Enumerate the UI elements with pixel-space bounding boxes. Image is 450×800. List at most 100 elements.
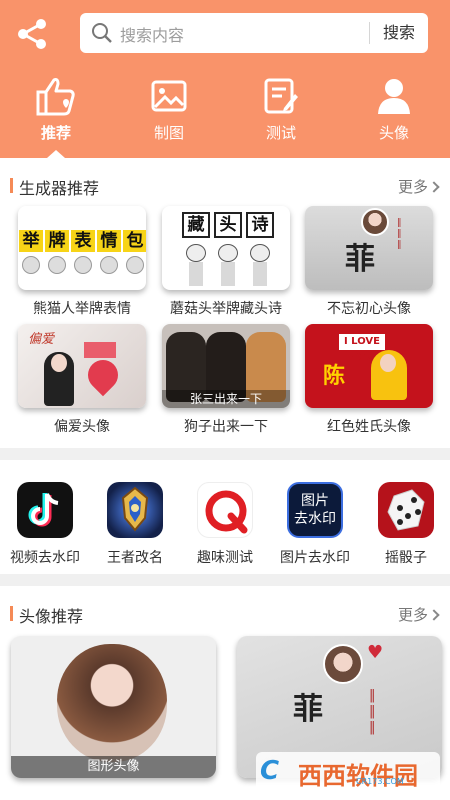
mushroom-head xyxy=(186,244,206,262)
tool-label: 王者改名 xyxy=(107,550,163,566)
mushroom-body xyxy=(221,262,235,286)
thumb-char: 牌 xyxy=(45,230,69,252)
active-tab-pointer xyxy=(47,150,65,158)
tab-recommend[interactable]: 推荐 xyxy=(21,72,91,158)
generator-card[interactable]: 偏爱 偏爱头像 xyxy=(18,324,146,436)
tab-recommend-label: 推荐 xyxy=(40,124,71,142)
thumb-char: 诗 xyxy=(246,212,274,238)
heart-icon xyxy=(81,353,125,397)
search-button[interactable]: 搜索 xyxy=(370,13,428,53)
thumb-char: 情 xyxy=(97,230,121,252)
thumb-subtitle: 张三出来一下 xyxy=(162,390,290,408)
edit-note-icon xyxy=(264,78,298,114)
generator-card[interactable]: 张三出来一下 狗子出来一下 xyxy=(162,324,290,436)
search-input[interactable]: 搜索内容 xyxy=(120,22,184,46)
decorative-text: ‖ ‖ ‖ xyxy=(369,688,376,735)
tab-avatar[interactable]: 头像 xyxy=(359,72,429,158)
avatar xyxy=(323,644,363,684)
thumb-char: 藏 xyxy=(182,212,210,238)
calligraphy-avatar-thumbnail: 菲 ‖ ‖ ‖ xyxy=(305,206,433,290)
generator-card[interactable]: 举 牌 表 情 包 熊猫人举牌表情 xyxy=(18,206,146,318)
generator-card[interactable]: 藏 头 诗 蘑菇头举牌藏头诗 xyxy=(162,206,290,318)
mushroom-body xyxy=(253,262,267,286)
panda-face xyxy=(126,256,144,274)
chevron-right-icon xyxy=(428,181,440,193)
generator-card[interactable]: 菲 ‖ ‖ ‖ 不忘初心头像 xyxy=(305,206,433,318)
dogs-thumbnail: 张三出来一下 xyxy=(162,324,290,408)
tool-video-watermark[interactable]: 视频去水印 xyxy=(5,482,85,567)
avatar xyxy=(361,208,389,236)
game-emblem-icon xyxy=(107,482,163,538)
thumb-surname: 陈 xyxy=(323,364,346,389)
tool-fun-quiz[interactable]: 趣味测试 xyxy=(185,482,265,567)
tab-draw[interactable]: 制图 xyxy=(134,72,204,158)
tool-label: 图片去水印 xyxy=(280,550,350,566)
panda-face xyxy=(48,256,66,274)
remove-watermark-icon: 图片 去水印 xyxy=(287,482,343,538)
mushroom-body xyxy=(189,262,203,286)
card-caption: 熊猫人举牌表情 xyxy=(33,301,131,317)
thumb-char: 表 xyxy=(71,230,95,252)
more-label: 更多 xyxy=(397,178,428,196)
mushroom-sign-thumbnail: 藏 头 诗 xyxy=(162,206,290,290)
thumb-calligraphy: 菲 xyxy=(345,242,375,277)
scalloped-avatar xyxy=(57,644,167,762)
dice-icon xyxy=(378,482,434,538)
tab-test[interactable]: 测试 xyxy=(246,72,316,158)
red-surname-thumbnail: I LOVE YOU 陈 xyxy=(305,324,433,408)
site-watermark: C 西西软件园 CR173.COM xyxy=(256,752,440,792)
panda-face xyxy=(74,256,92,274)
share-icon[interactable] xyxy=(14,16,50,52)
panda-face xyxy=(22,256,40,274)
icon-text: 图片 去水印 xyxy=(294,493,336,527)
card-caption: 狗子出来一下 xyxy=(184,419,268,435)
panda-sign-thumbnail: 举 牌 表 情 包 xyxy=(18,206,146,290)
more-label: 更多 xyxy=(397,606,428,624)
panda-face xyxy=(100,256,118,274)
generator-section-title: 生成器推荐 xyxy=(10,175,99,199)
thumb-char: 举 xyxy=(19,230,43,252)
thumb-love-badge: I LOVE YOU xyxy=(339,334,385,363)
tool-label: 视频去水印 xyxy=(10,550,80,566)
watermark-logo-icon: C xyxy=(260,756,280,786)
search-bar: 搜索内容 搜索 xyxy=(80,13,428,53)
generator-card[interactable]: I LOVE YOU 陈 红色姓氏头像 xyxy=(305,324,433,436)
tab-draw-label: 制图 xyxy=(153,124,184,142)
avatar-more-link[interactable]: 更多 xyxy=(397,604,440,625)
tiktok-icon xyxy=(17,482,73,538)
mushroom-head xyxy=(250,244,270,262)
avatar-section-title: 头像推荐 xyxy=(10,603,83,627)
thumb-calligraphy: 菲 xyxy=(293,692,323,727)
card-caption: 红色姓氏头像 xyxy=(327,419,411,435)
tab-test-label: 测试 xyxy=(265,124,296,142)
card-caption: 不忘初心头像 xyxy=(327,301,411,317)
tool-label: 摇骰子 xyxy=(385,550,427,566)
image-icon xyxy=(151,80,187,112)
chevron-right-icon xyxy=(428,609,440,621)
top-header: 搜索内容 搜索 推荐 制图 测试 头像 xyxy=(0,0,450,158)
avatar-card[interactable]: 图形头像 xyxy=(11,636,216,778)
name-tag xyxy=(84,342,116,358)
tool-rename-king[interactable]: 王者改名 xyxy=(95,482,175,567)
card-caption: 偏爱头像 xyxy=(54,419,110,435)
thumb-char: 包 xyxy=(123,230,146,252)
card-caption: 蘑菇头举牌藏头诗 xyxy=(170,301,282,317)
thumbs-up-icon xyxy=(36,78,75,116)
girl-face xyxy=(51,354,67,372)
generator-section: 生成器推荐 更多 举 牌 表 情 包 熊猫人举牌表情 藏 头 诗 蘑菇头举牌藏头… xyxy=(0,158,450,448)
tool-image-watermark[interactable]: 图片 去水印 图片去水印 xyxy=(275,482,355,567)
card-caption: 图形头像 xyxy=(11,756,216,778)
watermark-url: CR173.COM xyxy=(356,777,404,786)
thumb-script-text: 偏爱 xyxy=(28,332,55,347)
girl-face xyxy=(380,354,396,372)
quiz-q-icon xyxy=(197,482,253,538)
mushroom-head xyxy=(218,244,238,262)
decorative-text: ‖ ‖ ‖ xyxy=(397,218,402,250)
search-icon xyxy=(90,21,114,45)
generator-more-link[interactable]: 更多 xyxy=(397,176,440,197)
thumb-char: 头 xyxy=(214,212,242,238)
tool-dice[interactable]: 摇骰子 xyxy=(366,482,446,567)
tools-section: 视频去水印 王者改名 趣味测试 图片 去水印 图片去水印 摇骰子 xyxy=(0,460,450,574)
tool-label: 趣味测试 xyxy=(197,550,253,566)
user-icon xyxy=(378,79,410,114)
